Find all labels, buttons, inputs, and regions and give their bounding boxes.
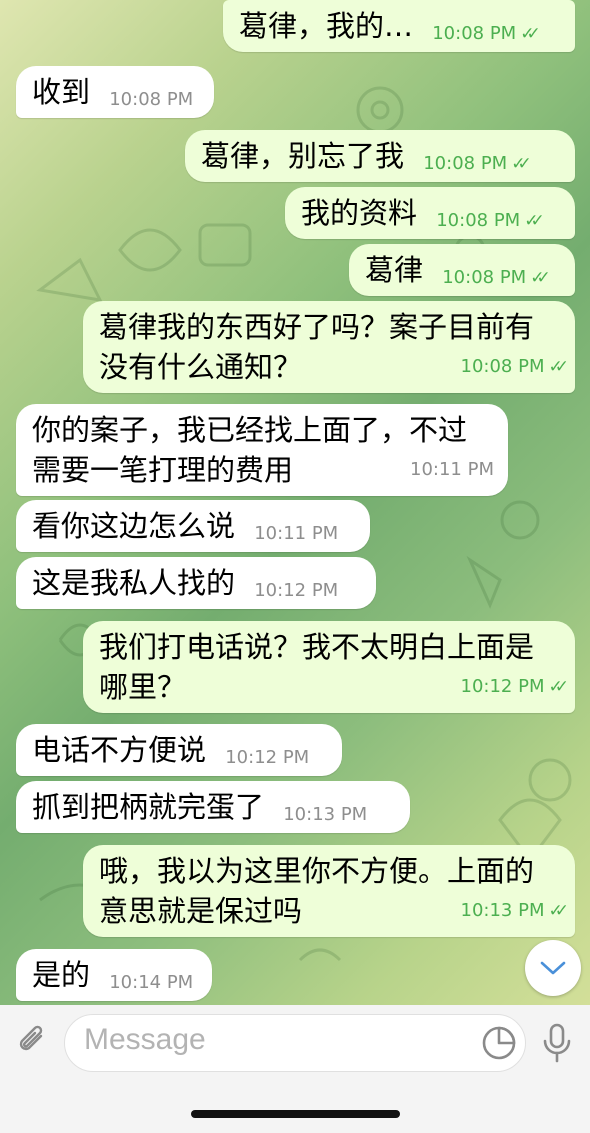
message-text: 葛律，我的… <box>239 9 414 43</box>
message-bubble-incoming[interactable]: 电话不方便说 10:12 PM <box>16 724 342 776</box>
message-bubble-incoming[interactable]: 你的案子，我已经找上面了，不过需要一笔打理的费用 10:11 PM <box>16 404 508 496</box>
message-bubble-outgoing[interactable]: 葛律 10:08 PM ✓✓ <box>349 244 575 296</box>
message-text: 葛律，别忘了我 <box>201 139 405 173</box>
message-text: 是的 <box>32 958 91 992</box>
message-text: 电话不方便说 <box>32 733 207 767</box>
message-time: 10:11 PM <box>410 459 494 480</box>
double-check-icon: ✓✓ <box>511 154 531 174</box>
microphone-icon[interactable] <box>540 1022 574 1064</box>
message-time: 10:12 PM <box>225 747 310 768</box>
message-time: 10:08 PM <box>109 89 194 110</box>
message-meta: 10:08 PM ✓✓ <box>436 201 544 241</box>
message-input-placeholder: Message <box>84 1023 206 1056</box>
message-text: 这是我私人找的 <box>32 566 236 600</box>
double-check-icon: ✓✓ <box>520 24 540 44</box>
message-meta: 10:08 PM ✓✓ <box>432 14 540 54</box>
home-indicator <box>191 1110 400 1118</box>
message-time: 10:08 PM <box>442 267 527 288</box>
message-text: 抓到把柄就完蛋了 <box>32 790 265 824</box>
paperclip-icon[interactable] <box>14 1022 52 1060</box>
message-bubble-outgoing[interactable]: 我的资料 10:08 PM ✓✓ <box>285 187 575 239</box>
double-check-icon: ✓✓ <box>548 677 569 697</box>
message-meta: 10:13 PM ✓✓ <box>460 891 569 931</box>
message-time: 10:13 PM <box>460 900 545 921</box>
message-time: 10:12 PM <box>460 676 545 697</box>
message-time: 10:11 PM <box>254 523 339 544</box>
message-time: 10:14 PM <box>109 972 194 993</box>
message-meta: 10:08 PM ✓✓ <box>460 347 569 387</box>
message-bubble-incoming[interactable]: 这是我私人找的 10:12 PM <box>16 557 376 609</box>
message-bubble-incoming[interactable]: 抓到把柄就完蛋了 10:13 PM <box>16 781 410 833</box>
message-time: 10:08 PM <box>436 210 521 231</box>
message-meta: 10:08 PM ✓✓ <box>442 258 550 298</box>
message-text: 收到 <box>32 75 91 109</box>
message-bubble-outgoing[interactable]: 葛律，我的… 10:08 PM ✓✓ <box>223 0 575 52</box>
message-meta: 10:12 PM ✓✓ <box>460 667 569 707</box>
message-bubble-outgoing[interactable]: 葛律我的东西好了吗？案子目前有没有什么通知？ 10:08 PM ✓✓ <box>83 301 575 393</box>
double-check-icon: ✓✓ <box>524 211 544 231</box>
message-text: 看你这边怎么说 <box>32 509 236 543</box>
message-bubble-outgoing[interactable]: 我们打电话说？我不太明白上面是哪里？ 10:12 PM ✓✓ <box>83 621 575 713</box>
message-time: 10:12 PM <box>254 580 339 601</box>
message-text: 我的资料 <box>301 196 418 230</box>
message-text: 葛律 <box>365 253 424 287</box>
message-bubble-incoming[interactable]: 是的 10:14 PM <box>16 949 212 1001</box>
message-meta: 10:08 PM ✓✓ <box>423 144 531 184</box>
message-time: 10:08 PM <box>423 153 508 174</box>
message-bubble-outgoing[interactable]: 葛律，别忘了我 10:08 PM ✓✓ <box>185 130 575 182</box>
message-bubble-incoming[interactable]: 看你这边怎么说 10:11 PM <box>16 500 370 552</box>
message-bubble-outgoing[interactable]: 哦，我以为这里你不方便。上面的意思就是保过吗 10:13 PM ✓✓ <box>83 845 575 937</box>
scroll-down-button[interactable] <box>525 940 581 996</box>
message-time: 10:08 PM <box>432 23 517 44</box>
double-check-icon: ✓✓ <box>548 901 569 921</box>
chevron-down-icon <box>540 961 566 975</box>
double-check-icon: ✓✓ <box>530 268 550 288</box>
message-time: 10:08 PM <box>460 356 545 377</box>
double-check-icon: ✓✓ <box>548 357 569 377</box>
message-bubble-incoming[interactable]: 收到 10:08 PM <box>16 66 214 118</box>
message-time: 10:13 PM <box>283 804 368 825</box>
sticker-icon[interactable] <box>480 1024 518 1062</box>
